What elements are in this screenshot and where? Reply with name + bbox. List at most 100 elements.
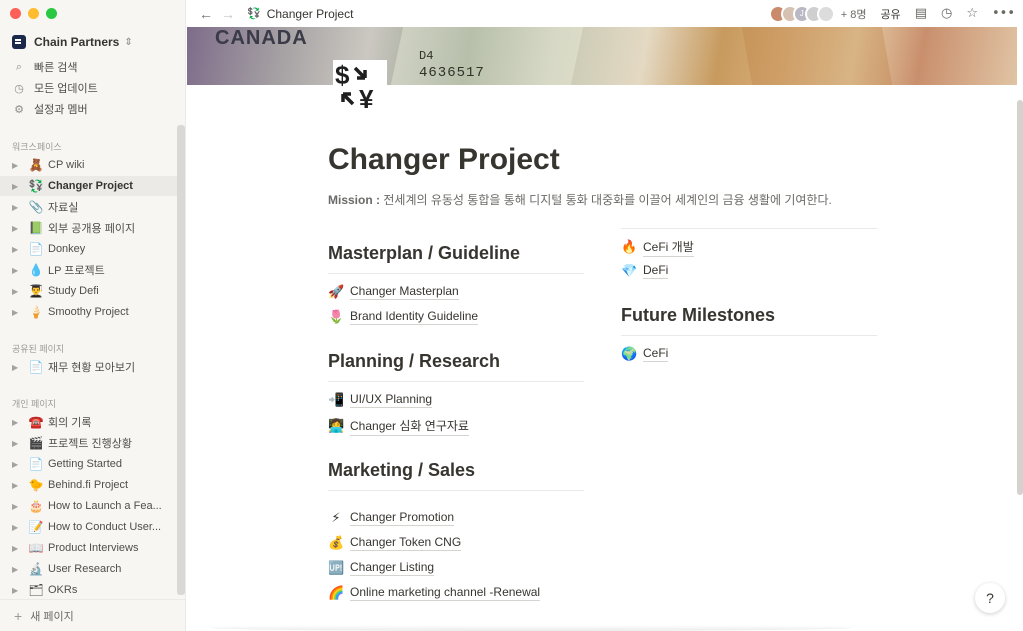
sidebar-item-cp-wiki[interactable]: ▶ 🧸 CP wiki xyxy=(0,155,177,175)
new-page-button[interactable]: + 새 페이지 xyxy=(0,599,186,631)
sidebar-item-behind-fi[interactable]: ▶ 🐤 Behind.fi Project xyxy=(0,475,177,495)
all-updates-item[interactable]: ◷ 모든 업데이트 xyxy=(12,79,177,97)
page-link-uiux-planning[interactable]: 📲 UI/UX Planning xyxy=(328,392,433,408)
toggle-arrow-icon[interactable]: ▶ xyxy=(12,203,24,212)
sidebar-item-label: Getting Started xyxy=(48,458,122,470)
sidebar-item-smoothy-project[interactable]: ▶ 🍦 Smoothy Project xyxy=(0,302,177,322)
toggle-arrow-icon[interactable]: ▶ xyxy=(12,287,24,296)
mission-text: Mission : 전세계의 유동성 통합을 통해 디지털 통화 대중화를 이끌… xyxy=(328,191,832,208)
toggle-arrow-icon[interactable]: ▶ xyxy=(12,523,24,532)
sidebar-item-public-pages[interactable]: ▶ 📗 외부 공개용 페이지 xyxy=(0,218,177,238)
sidebar-item-changer-project[interactable]: ▶ 💱 Changer Project xyxy=(0,176,177,196)
page-link-changer-listing[interactable]: 🆙 Changer Listing xyxy=(328,560,435,576)
page-link-cefi[interactable]: 🌍 CeFi xyxy=(621,346,669,362)
sidebar-item-donkey[interactable]: ▶ 📄 Donkey xyxy=(0,239,177,259)
sidebar-item-project-status[interactable]: ▶ 🎬 프로젝트 진행상황 xyxy=(0,433,177,453)
page-link-label: Changer Listing xyxy=(350,560,435,576)
sidebar-scrollbar[interactable] xyxy=(177,125,185,595)
chevron-updown-icon: ⇕ xyxy=(124,36,133,48)
cover-text: 4636517 xyxy=(419,65,485,81)
page-link-label: Changer Token CNG xyxy=(350,535,462,551)
lightning-icon: ⚡ xyxy=(331,510,341,526)
more-options-icon[interactable]: ••• xyxy=(992,6,1015,21)
page-link-changer-promotion[interactable]: ⚡ Changer Promotion xyxy=(328,510,455,526)
green-book-icon: 📗 xyxy=(28,221,44,235)
sidebar-item-okrs[interactable]: ▶ 🗂 OKRs xyxy=(0,580,177,600)
minimize-window-button[interactable] xyxy=(28,8,39,19)
sidebar-item-user-research[interactable]: ▶ 🔬 User Research xyxy=(0,559,177,579)
toggle-arrow-icon[interactable]: ▶ xyxy=(12,245,24,254)
globe-icon: 🌍 xyxy=(621,346,638,362)
toggle-arrow-icon[interactable]: ▶ xyxy=(12,565,24,574)
currency-exchange-icon: 💱 xyxy=(247,7,261,20)
toggle-arrow-icon[interactable]: ▶ xyxy=(12,161,24,170)
toggle-arrow-icon[interactable]: ▶ xyxy=(12,439,24,448)
page-link-label: Changer 심화 연구자료 xyxy=(350,417,469,436)
help-button[interactable]: ? xyxy=(975,583,1005,613)
page-link-defi[interactable]: 💎 DeFi xyxy=(621,263,669,279)
comment-icon[interactable]: ▤ xyxy=(915,6,927,21)
sidebar-item-label: User Research xyxy=(48,563,122,575)
microscope-icon: 🔬 xyxy=(28,562,44,576)
ice-cream-icon: 🍦 xyxy=(28,305,44,319)
page-link-online-marketing[interactable]: 🌈 Online marketing channel -Renewal xyxy=(328,585,541,601)
close-window-button[interactable] xyxy=(10,8,21,19)
share-button[interactable]: 공유 xyxy=(880,6,900,22)
star-icon[interactable]: ☆ xyxy=(966,6,978,21)
sidebar-item-conduct-user[interactable]: ▶ 📝 How to Conduct User... xyxy=(0,517,177,537)
toggle-arrow-icon[interactable]: ▶ xyxy=(12,481,24,490)
toggle-arrow-icon[interactable]: ▶ xyxy=(12,418,24,427)
page-link-brand-identity[interactable]: 🌷 Brand Identity Guideline xyxy=(328,309,479,325)
svg-text:$: $ xyxy=(335,60,350,90)
toggle-arrow-icon[interactable]: ▶ xyxy=(12,460,24,469)
sidebar-item-product-interviews[interactable]: ▶ 📖 Product Interviews xyxy=(0,538,177,558)
toggle-arrow-icon[interactable]: ▶ xyxy=(12,182,24,191)
section-label-workspace[interactable]: 워크스페이스 xyxy=(12,140,62,153)
topbar: ← → 💱 Changer Project J + 8명 공유 ▤ ◷ ☆ ••… xyxy=(187,0,1023,27)
back-arrow-icon[interactable]: ← xyxy=(199,6,213,22)
toggle-arrow-icon[interactable]: ▶ xyxy=(12,502,24,511)
clapper-board-icon: 🎬 xyxy=(28,436,44,450)
settings-members-item[interactable]: ⚙ 설정과 멤버 xyxy=(12,100,177,118)
page-scrollbar[interactable] xyxy=(1017,100,1023,495)
toggle-arrow-icon[interactable]: ▶ xyxy=(12,544,24,553)
toggle-arrow-icon[interactable]: ▶ xyxy=(12,363,24,372)
page-link-changer-research[interactable]: 👩‍💻 Changer 심화 연구자료 xyxy=(328,417,469,436)
sidebar-item-meeting-notes[interactable]: ▶ ☎️ 회의 기록 xyxy=(0,412,177,432)
cake-icon: 🎂 xyxy=(28,499,44,513)
page-link-changer-masterplan[interactable]: 🚀 Changer Masterplan xyxy=(328,284,459,300)
zoom-window-button[interactable] xyxy=(46,8,57,19)
section-label-shared[interactable]: 공유된 페이지 xyxy=(12,342,64,355)
clock-icon: ◷ xyxy=(14,82,24,95)
sidebar-item-archive[interactable]: ▶ 📎 자료실 xyxy=(0,197,177,217)
member-avatars[interactable]: J xyxy=(768,4,835,23)
page-icon: 📄 xyxy=(28,360,44,374)
more-members-count[interactable]: + 8명 xyxy=(841,6,867,22)
sidebar-item-study-defi[interactable]: ▶ 👨‍🎓 Study Defi xyxy=(0,281,177,301)
sidebar-item-getting-started[interactable]: ▶ 📄 Getting Started xyxy=(0,454,177,474)
forward-arrow-icon[interactable]: → xyxy=(221,6,235,22)
breadcrumb[interactable]: Changer Project xyxy=(267,7,354,21)
sidebar-item-finance-overview[interactable]: ▶ 📄 재무 현황 모아보기 xyxy=(0,357,177,377)
toggle-arrow-icon[interactable]: ▶ xyxy=(12,586,24,595)
page-title[interactable]: Changer Project xyxy=(328,143,560,177)
avatar xyxy=(816,4,835,23)
page-link-cefi-dev[interactable]: 🔥 CeFi 개발 xyxy=(621,238,694,257)
currency-exchange-icon: 💱 xyxy=(28,179,44,193)
plus-icon: + xyxy=(14,607,23,624)
section-label-private[interactable]: 개인 페이지 xyxy=(12,397,56,410)
history-icon[interactable]: ◷ xyxy=(941,6,952,21)
divider xyxy=(328,381,584,382)
toggle-arrow-icon[interactable]: ▶ xyxy=(12,266,24,275)
workspace-logo xyxy=(12,35,26,49)
currency-exchange-icon[interactable]: $ ¥ xyxy=(333,60,387,112)
sidebar-item-lp-project[interactable]: ▶ 💧 LP 프로젝트 xyxy=(0,260,177,280)
toggle-arrow-icon[interactable]: ▶ xyxy=(12,224,24,233)
toggle-arrow-icon[interactable]: ▶ xyxy=(12,308,24,317)
tulip-icon: 🌷 xyxy=(328,309,345,325)
workspace-switcher[interactable]: Chain Partners ⇕ xyxy=(12,33,177,51)
page-link-changer-token[interactable]: 💰 Changer Token CNG xyxy=(328,535,462,551)
sidebar-item-launch-feature[interactable]: ▶ 🎂 How to Launch a Fea... xyxy=(0,496,177,516)
all-updates-label: 모든 업데이트 xyxy=(34,83,98,95)
quick-search-item[interactable]: ⌕ 빠른 검색 xyxy=(12,58,177,76)
